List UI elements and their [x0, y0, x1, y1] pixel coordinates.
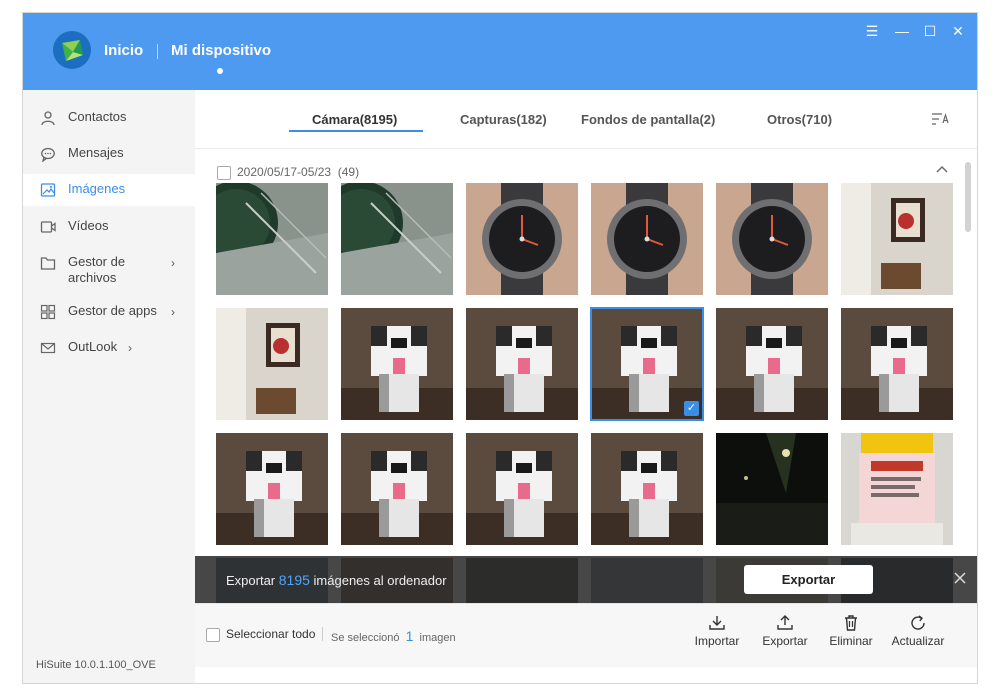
photo-thumbnail[interactable] [466, 183, 578, 295]
images-panel: Cámara(8195) Capturas(182) Fondos de pan… [195, 90, 977, 683]
sidebar-item-mensajes[interactable]: Mensajes [23, 138, 195, 170]
photo-thumbnail[interactable] [341, 433, 453, 545]
photo-thumbnail[interactable] [841, 308, 953, 420]
date-group-label: 2020/05/17-05/23 (49) [237, 165, 359, 179]
person-icon [40, 110, 56, 126]
delete-label: Eliminar [829, 634, 873, 648]
export-prefix: Exportar [226, 573, 276, 588]
sidebar: Contactos Mensajes Imágenes Vídeos Gesto… [23, 90, 195, 683]
checkmark-icon[interactable]: ✓ [684, 401, 699, 416]
sidebar-item-videos[interactable]: Vídeos [23, 211, 195, 243]
sidebar-item-label: OutLook [68, 339, 118, 354]
chevron-up-icon[interactable] [935, 162, 949, 176]
active-tab-underline [289, 130, 423, 132]
photo-thumbnail[interactable] [591, 433, 703, 545]
tab-camara[interactable]: Cámara(8195) [312, 112, 397, 127]
sidebar-item-label: Imágenes [68, 181, 126, 196]
import-button[interactable]: Importar [687, 614, 747, 648]
video-icon [40, 219, 56, 235]
sidebar-item-gestor-apps[interactable]: Gestor de apps › [23, 296, 195, 328]
photo-thumbnail[interactable]: ✓ [590, 307, 704, 421]
photo-thumbnail[interactable] [216, 308, 328, 420]
photo-grid: ✓ [216, 183, 956, 613]
photo-thumbnail[interactable] [716, 433, 828, 545]
tab-fondos[interactable]: Fondos de pantalla(2) [581, 112, 715, 127]
sidebar-item-label: Gestor de archivos [68, 254, 126, 285]
photo-thumbnail[interactable] [841, 183, 953, 295]
bottom-action-bar: Seleccionar todo Se seleccionó 1 imagen … [195, 603, 977, 667]
tab-otros[interactable]: Otros(710) [767, 112, 832, 127]
apps-icon [40, 304, 56, 320]
photo-thumbnail[interactable] [216, 183, 328, 295]
sidebar-item-contactos[interactable]: Contactos [23, 102, 195, 134]
photo-thumbnail[interactable] [341, 308, 453, 420]
refresh-icon [909, 614, 927, 632]
export-banner-text: Exportar 8195 imágenes al ordenador [226, 572, 447, 588]
select-all-label[interactable]: Seleccionar todo [226, 627, 315, 641]
close-icon[interactable] [953, 571, 967, 585]
active-tab-indicator [217, 68, 223, 74]
maximize-icon[interactable]: ☐ [922, 23, 938, 39]
refresh-button[interactable]: Actualizar [888, 614, 948, 648]
chevron-right-icon: › [128, 341, 132, 355]
sort-icon[interactable] [931, 110, 949, 128]
app-header: Inicio Mi dispositivo ☰ — ☐ ✕ [23, 13, 977, 90]
trash-icon [842, 614, 860, 632]
sidebar-item-outlook[interactable]: OutLook › [23, 332, 195, 364]
sidebar-item-label: Contactos [68, 109, 127, 124]
photo-thumbnail[interactable] [466, 433, 578, 545]
photo-thumbnail[interactable] [591, 183, 703, 295]
bottom-divider [322, 627, 323, 641]
sidebar-item-label: Gestor de apps [68, 303, 157, 318]
import-icon [708, 614, 726, 632]
photo-thumbnail[interactable] [716, 308, 828, 420]
photo-thumbnail[interactable] [341, 183, 453, 295]
selection-status: Se seleccionó 1 imagen [331, 628, 456, 644]
tab-capturas[interactable]: Capturas(182) [460, 112, 547, 127]
scrollbar-thumb[interactable] [965, 162, 971, 232]
delete-button[interactable]: Eliminar [821, 614, 881, 648]
export-button[interactable]: Exportar [755, 614, 815, 648]
select-all-checkbox[interactable] [206, 628, 220, 642]
tabs-divider [195, 148, 977, 149]
nav-tab-my-device[interactable]: Mi dispositivo [171, 42, 271, 59]
folder-icon [40, 255, 56, 271]
menu-icon[interactable]: ☰ [864, 23, 880, 39]
chevron-right-icon: › [171, 305, 175, 319]
photo-thumbnail[interactable] [716, 183, 828, 295]
sidebar-item-label: Mensajes [68, 145, 124, 160]
selection-count: 1 [405, 628, 414, 644]
nav-tab-home[interactable]: Inicio [104, 42, 143, 59]
mail-icon [40, 340, 56, 356]
hisuite-window: Inicio Mi dispositivo ☰ — ☐ ✕ Contactos … [22, 12, 978, 684]
refresh-label: Actualizar [891, 634, 945, 648]
photo-thumbnail[interactable] [466, 308, 578, 420]
export-label: Exportar [762, 634, 808, 648]
photo-thumbnail[interactable] [841, 433, 953, 545]
import-label: Importar [694, 634, 740, 648]
image-icon [40, 182, 56, 198]
export-all-button[interactable]: Exportar [744, 565, 873, 594]
sidebar-item-imagenes[interactable]: Imágenes [23, 174, 195, 206]
version-label: HiSuite 10.0.1.100_OVE [36, 659, 156, 671]
export-count: 8195 [278, 572, 310, 588]
export-suffix: imágenes al ordenador [313, 573, 447, 588]
sidebar-item-gestor-archivos[interactable]: Gestor de archivos › [23, 247, 195, 295]
sidebar-item-label: Vídeos [68, 218, 109, 233]
group-select-checkbox[interactable] [217, 166, 231, 180]
nav-divider [157, 44, 158, 59]
export-banner: Exportar 8195 imágenes al ordenador Expo… [195, 556, 977, 603]
minimize-icon[interactable]: — [894, 23, 910, 39]
chevron-right-icon: › [171, 256, 175, 270]
close-window-icon[interactable]: ✕ [950, 23, 966, 39]
export-icon [776, 614, 794, 632]
selection-suffix: imagen [419, 632, 456, 644]
date-range: 2020/05/17-05/23 [237, 165, 332, 179]
hisuite-logo [53, 31, 91, 69]
chat-icon [40, 146, 56, 162]
selection-prefix: Se seleccionó [331, 632, 400, 644]
date-group-count: (49) [337, 165, 360, 179]
photo-thumbnail[interactable] [216, 433, 328, 545]
